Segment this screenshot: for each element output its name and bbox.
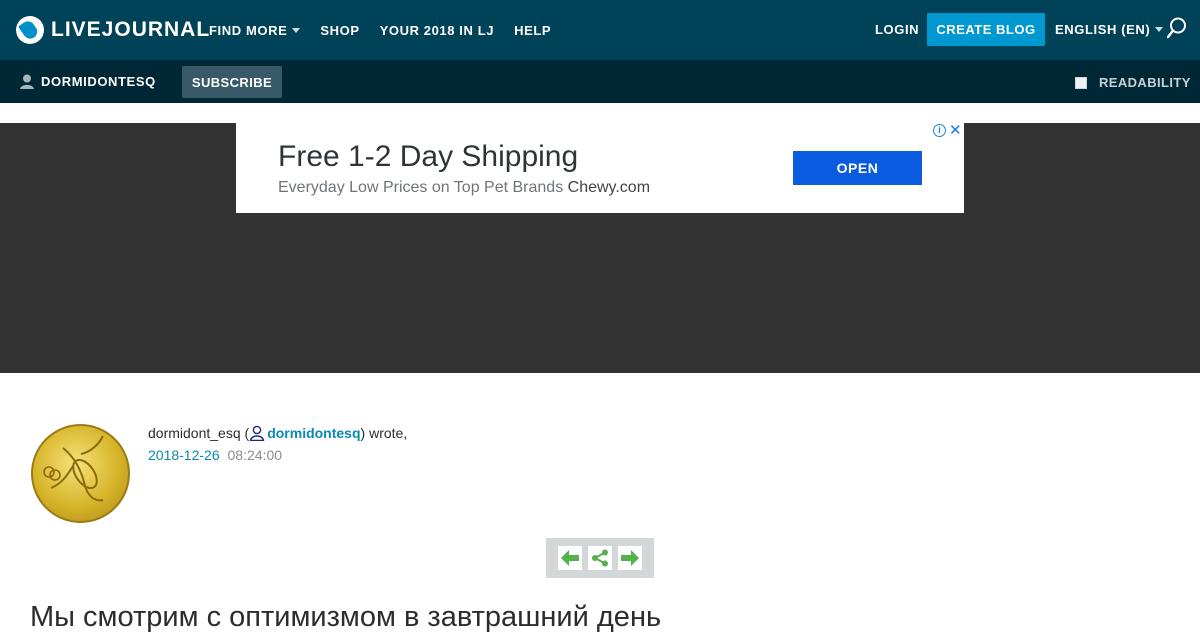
journal-subheader: DORMIDONTESQ SUBSCRIBE READABILITY	[0, 60, 1200, 103]
search-icon[interactable]	[1167, 17, 1187, 39]
info-icon[interactable]: i	[933, 124, 946, 137]
author-profile-link[interactable]: dormidontesq	[267, 425, 360, 441]
nav-shop[interactable]: SHOP	[320, 23, 359, 38]
language-label: ENGLISH (EN)	[1055, 22, 1151, 37]
post-date-link[interactable]: 2018-12-26	[148, 447, 220, 463]
entry-navigation-toolbar	[546, 538, 654, 578]
next-entry-button[interactable]	[618, 546, 642, 570]
ad-brand: Chewy.com	[567, 179, 651, 196]
create-blog-button[interactable]: CREATE BLOG	[927, 13, 1045, 46]
share-button[interactable]	[588, 546, 612, 570]
login-link[interactable]: LOGIN	[875, 22, 919, 37]
author-display-name: dormidont_esq	[148, 425, 241, 441]
logo-text: LIVEJOURNAL	[51, 18, 211, 41]
chevron-down-icon	[1155, 27, 1164, 32]
close-icon[interactable]: ✕	[949, 121, 962, 139]
nav-your-2018-in-lj[interactable]: YOUR 2018 IN LJ	[380, 23, 495, 38]
nav-find-more[interactable]: FIND MORE	[209, 22, 301, 38]
livejournal-logo-icon	[16, 16, 44, 44]
crayfish-image	[43, 435, 104, 502]
top-navigation-bar: LIVEJOURNAL FIND MORE SHOP YOUR 2018 IN …	[0, 0, 1200, 60]
nav-shop-label: SHOP	[320, 22, 360, 38]
readability-label: READABILITY	[1099, 75, 1191, 90]
ad-description-text: Everyday Low Prices on Top Pet Brands	[278, 179, 564, 196]
nav-help-label: HELP	[514, 22, 552, 38]
main-nav: FIND MORE SHOP YOUR 2018 IN LJ HELP	[209, 0, 571, 60]
language-selector[interactable]: ENGLISH (EN)	[1055, 22, 1164, 37]
ad-title: Free 1-2 Day Shipping	[278, 140, 579, 173]
livejournal-logo[interactable]: LIVEJOURNAL	[16, 16, 210, 44]
user-icon	[20, 74, 34, 89]
arrow-left-icon	[561, 550, 579, 566]
wrote-label: wrote,	[369, 425, 408, 441]
subscribe-button[interactable]: SUBSCRIBE	[182, 66, 282, 98]
nav-help[interactable]: HELP	[514, 23, 551, 38]
readability-toggle[interactable]: READABILITY	[1075, 75, 1191, 90]
arrow-right-icon	[621, 550, 639, 566]
advertisement[interactable]: Free 1-2 Day Shipping Everyday Low Price…	[236, 121, 964, 213]
ad-open-button[interactable]: OPEN	[793, 151, 922, 185]
nav-find-more-label: FIND MORE	[209, 22, 288, 38]
readability-checkbox[interactable]	[1075, 76, 1087, 89]
share-icon	[592, 549, 608, 567]
post-datetime: 2018-12-26 08:24:00	[148, 447, 282, 463]
ad-description: Everyday Low Prices on Top Pet Brands Ch…	[278, 179, 650, 197]
close-paren: )	[360, 425, 366, 441]
nav-your-2018-label: YOUR 2018 IN LJ	[379, 22, 495, 38]
user-icon	[249, 425, 265, 441]
post-time: 08:24:00	[227, 447, 283, 463]
journal-username: DORMIDONTESQ	[41, 74, 156, 89]
journal-user[interactable]: DORMIDONTESQ	[20, 74, 156, 89]
previous-entry-button[interactable]	[558, 546, 582, 570]
chevron-down-icon	[292, 27, 301, 33]
post-title: Мы смотрим с оптимизмом в завтрашний ден…	[30, 601, 662, 633]
author-avatar[interactable]	[31, 424, 130, 523]
post-author-line: dormidont_esq ( dormidontesq) wrote,	[148, 425, 407, 441]
